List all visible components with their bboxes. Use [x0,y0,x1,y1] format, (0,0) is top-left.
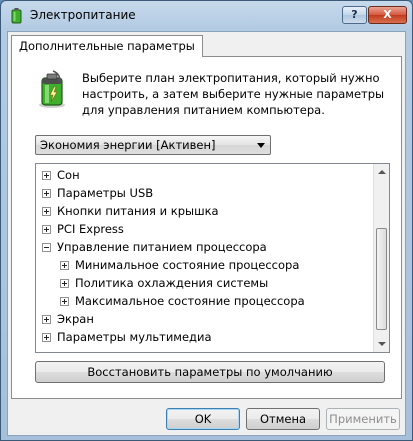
restore-defaults-button[interactable]: Восстановить параметры по умолчанию [35,361,385,383]
scroll-up-icon[interactable] [374,164,389,180]
scroll-down-icon[interactable] [374,336,389,352]
battery-icon [11,8,22,24]
power-plan-select[interactable]: Экономия энергии [Активен] [35,135,271,155]
tree-item-label: Управление питанием процессора [57,240,267,254]
collapse-icon[interactable] [42,243,51,252]
tree-scrollbar[interactable] [373,164,389,352]
expand-icon[interactable] [42,315,51,324]
tree-item-label: Минимальное состояние процессора [75,258,300,272]
tree-item-label: Сон [57,168,80,182]
expand-icon[interactable] [42,207,51,216]
help-button[interactable]: ? [342,6,367,24]
tree-item-label: Параметры USB [57,186,154,200]
expand-icon[interactable] [60,261,69,270]
expand-icon[interactable] [42,333,51,342]
tree-item-label: PCI Express [57,222,124,236]
apply-button[interactable]: Применить [326,408,400,430]
expand-icon[interactable] [42,189,51,198]
battery-charge-icon [39,70,65,108]
expand-icon[interactable] [42,171,51,180]
tree-item-label: Кнопки питания и крышка [57,204,219,218]
ok-button[interactable]: OK [166,408,240,430]
power-options-window: Электропитание ? X Дополнительные параме… [0,0,413,441]
scroll-thumb[interactable] [376,228,387,330]
settings-tree[interactable]: Сон Параметры USB Кнопки питания и крышка P… [35,163,390,353]
tree-item-label: Параметры мультимедиа [57,330,212,344]
expand-icon[interactable] [60,297,69,306]
power-plan-value: Экономия энергии [Активен] [40,138,216,152]
expand-icon[interactable] [42,225,51,234]
tree-item-label: Экран [57,312,94,326]
tree-item-label: Максимальное состояние процессора [75,294,305,308]
chevron-down-icon [257,143,265,148]
close-button[interactable]: X [368,6,407,24]
title-bar[interactable]: Электропитание ? X [1,1,412,31]
tree-item-label: Политика охлаждения системы [75,276,269,290]
tab-advanced-settings[interactable]: Дополнительные параметры [11,35,203,57]
expand-icon[interactable] [60,279,69,288]
description-text: Выберите план электропитания, который ну… [82,71,385,117]
dialog-client: Дополнительные параметры Выберите план э… [7,31,406,436]
window-title: Электропитание [30,8,136,22]
cancel-button[interactable]: Отмена [246,408,320,430]
tab-panel: Выберите план электропитания, который ну… [11,56,402,399]
